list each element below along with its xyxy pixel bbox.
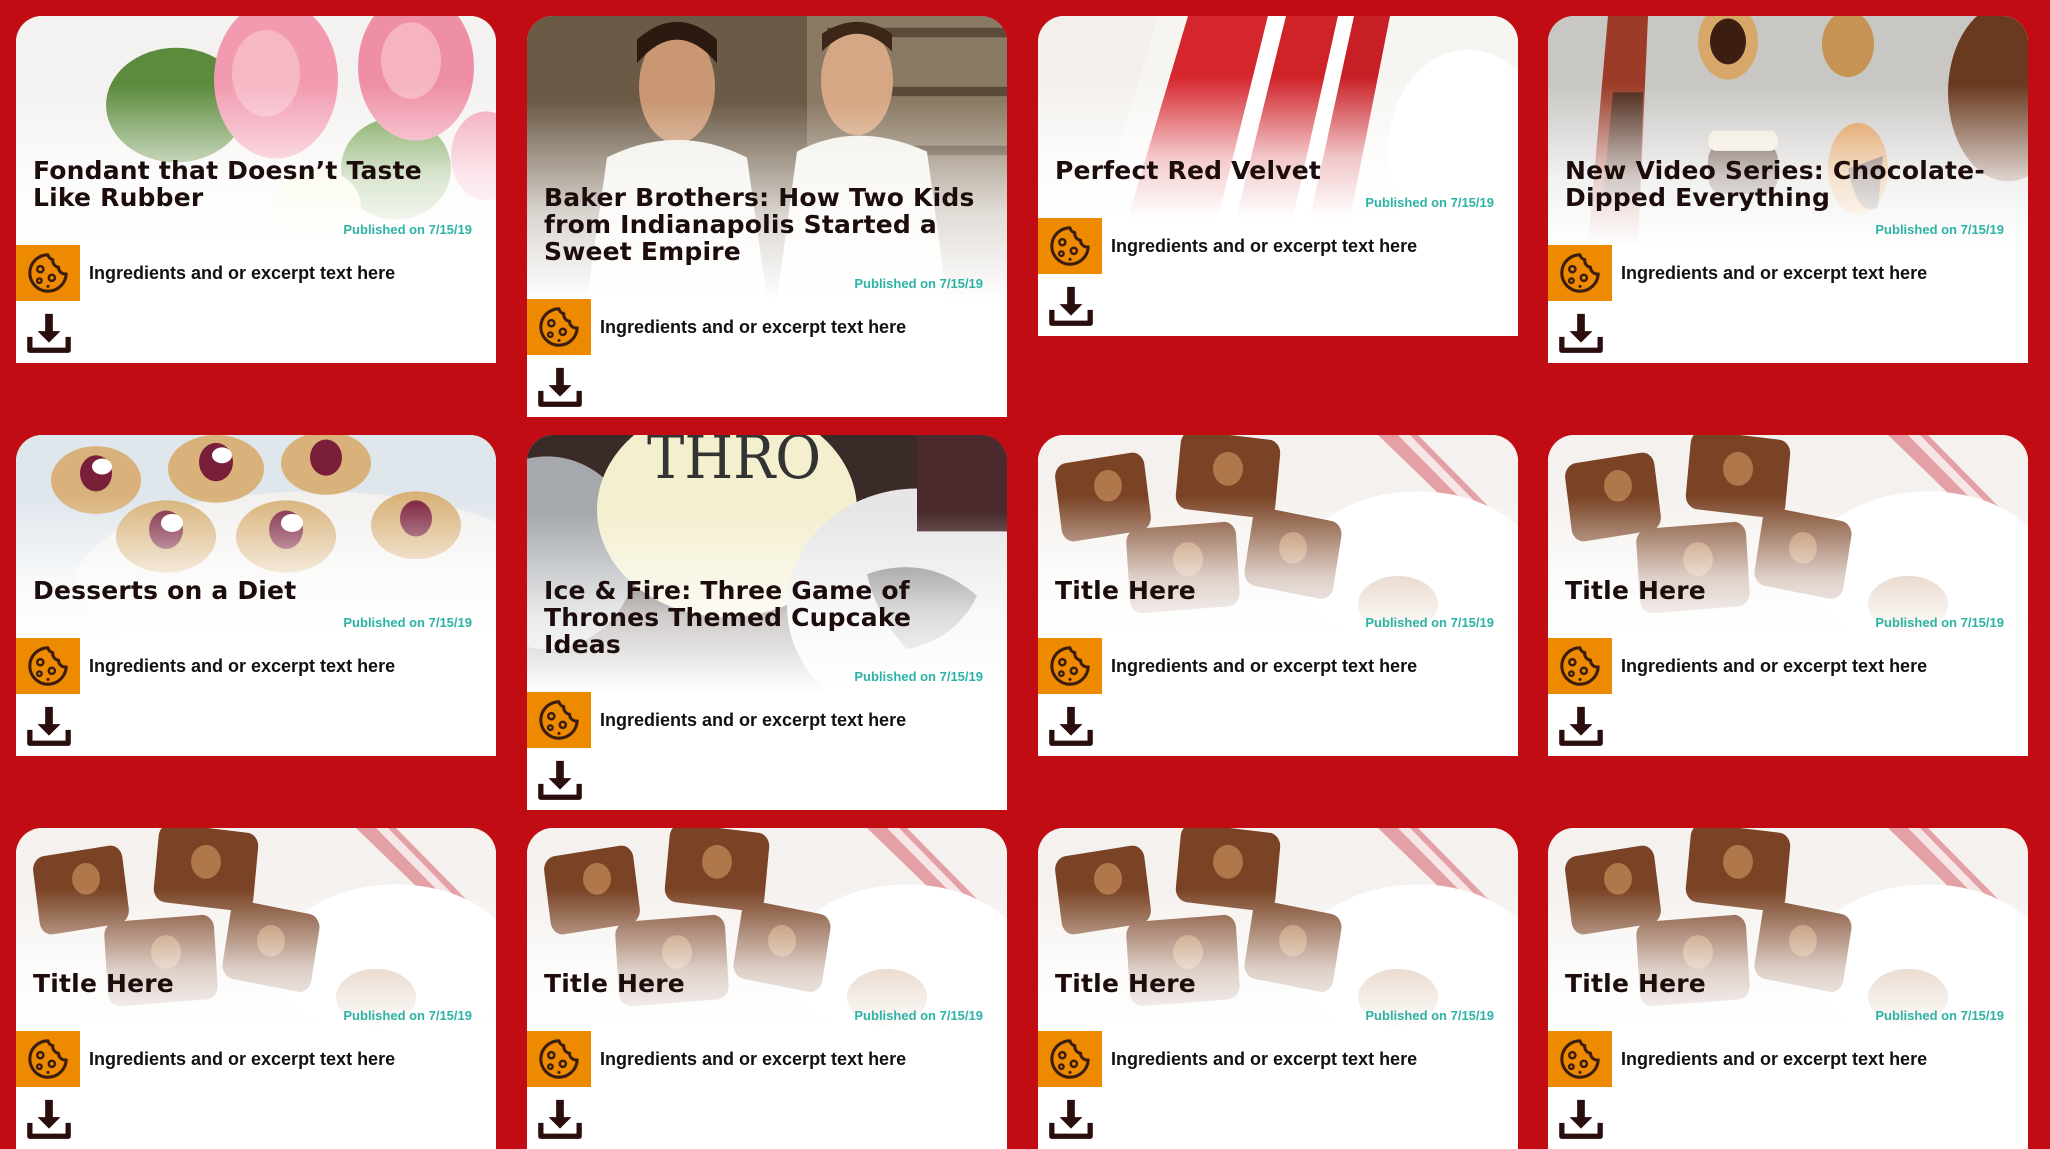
- card-excerpt: Ingredients and or excerpt text here: [1111, 235, 1418, 256]
- excerpt-row: Ingredients and or excerpt text here: [1038, 1031, 1518, 1087]
- cookie-icon: [1548, 638, 1612, 694]
- card-hero[interactable]: Fondant that Doesn’t Taste Like Rubber P…: [16, 16, 496, 245]
- card-title[interactable]: Perfect Red Velvet: [1055, 157, 1498, 184]
- download-icon[interactable]: [537, 757, 583, 803]
- card-excerpt: Ingredients and or excerpt text here: [600, 709, 907, 730]
- excerpt-row: Ingredients and or excerpt text here: [1548, 1031, 2028, 1087]
- card-excerpt: Ingredients and or excerpt text here: [600, 316, 907, 337]
- excerpt-row: Ingredients and or excerpt text here: [527, 692, 1007, 748]
- article-card[interactable]: Perfect Red Velvet Published on 7/15/19 …: [1038, 16, 1518, 336]
- cookie-icon: [1038, 638, 1102, 694]
- download-icon[interactable]: [26, 1096, 72, 1142]
- publish-date: Published on 7/15/19: [854, 669, 983, 684]
- excerpt-row: Ingredients and or excerpt text here: [1038, 638, 1518, 694]
- cookie-icon: [527, 1031, 591, 1087]
- download-icon[interactable]: [1048, 1096, 1094, 1142]
- card-title[interactable]: Title Here: [33, 970, 476, 997]
- excerpt-row: Ingredients and or excerpt text here: [16, 245, 496, 301]
- download-icon[interactable]: [1558, 703, 1604, 749]
- card-hero[interactable]: Desserts on a Diet Published on 7/15/19: [16, 435, 496, 638]
- download-icon[interactable]: [1558, 310, 1604, 356]
- article-card[interactable]: Title Here Published on 7/15/19 Ingredie…: [1548, 435, 2028, 756]
- article-card[interactable]: Title Here Published on 7/15/19 Ingredie…: [16, 828, 496, 1149]
- card-hero[interactable]: Title Here Published on 7/15/19: [1548, 435, 2028, 638]
- card-hero[interactable]: Baker Brothers: How Two Kids from Indian…: [527, 16, 1007, 299]
- publish-date: Published on 7/15/19: [1365, 195, 1494, 210]
- download-icon[interactable]: [26, 703, 72, 749]
- publish-date: Published on 7/15/19: [854, 276, 983, 291]
- download-icon[interactable]: [537, 1096, 583, 1142]
- cookie-icon: [1548, 245, 1612, 301]
- card-hero[interactable]: Title Here Published on 7/15/19: [527, 828, 1007, 1031]
- cookie-icon: [1548, 1031, 1612, 1087]
- card-title[interactable]: Baker Brothers: How Two Kids from Indian…: [544, 184, 987, 265]
- card-title[interactable]: New Video Series: Chocolate-Dipped Every…: [1565, 157, 2008, 211]
- excerpt-row: Ingredients and or excerpt text here: [1038, 218, 1518, 274]
- publish-date: Published on 7/15/19: [1875, 615, 2004, 630]
- card-title[interactable]: Title Here: [1055, 577, 1498, 604]
- cookie-icon: [16, 245, 80, 301]
- card-title[interactable]: Ice & Fire: Three Game of Thrones Themed…: [544, 577, 987, 658]
- card-excerpt: Ingredients and or excerpt text here: [1621, 1048, 1928, 1069]
- article-card[interactable]: Desserts on a Diet Published on 7/15/19 …: [16, 435, 496, 756]
- cookie-icon: [527, 692, 591, 748]
- download-icon[interactable]: [1048, 703, 1094, 749]
- article-card[interactable]: Ice & Fire: Three Game of Thrones Themed…: [527, 435, 1007, 810]
- publish-date: Published on 7/15/19: [1365, 1008, 1494, 1023]
- excerpt-row: Ingredients and or excerpt text here: [1548, 638, 2028, 694]
- excerpt-row: Ingredients and or excerpt text here: [16, 638, 496, 694]
- card-hero[interactable]: Title Here Published on 7/15/19: [1548, 828, 2028, 1031]
- cookie-icon: [1038, 218, 1102, 274]
- article-card[interactable]: New Video Series: Chocolate-Dipped Every…: [1548, 16, 2028, 363]
- card-hero[interactable]: Title Here Published on 7/15/19: [16, 828, 496, 1031]
- card-title[interactable]: Title Here: [1565, 577, 2008, 604]
- publish-date: Published on 7/15/19: [1875, 1008, 2004, 1023]
- article-card[interactable]: Title Here Published on 7/15/19 Ingredie…: [527, 828, 1007, 1149]
- card-excerpt: Ingredients and or excerpt text here: [1111, 1048, 1418, 1069]
- excerpt-row: Ingredients and or excerpt text here: [527, 299, 1007, 355]
- card-title[interactable]: Fondant that Doesn’t Taste Like Rubber: [33, 157, 476, 211]
- download-icon[interactable]: [537, 364, 583, 410]
- download-icon[interactable]: [1048, 283, 1094, 329]
- download-icon[interactable]: [26, 310, 72, 356]
- card-excerpt: Ingredients and or excerpt text here: [1621, 262, 1928, 283]
- card-excerpt: Ingredients and or excerpt text here: [1621, 655, 1928, 676]
- card-excerpt: Ingredients and or excerpt text here: [1111, 655, 1418, 676]
- card-hero[interactable]: Perfect Red Velvet Published on 7/15/19: [1038, 16, 1518, 218]
- card-excerpt: Ingredients and or excerpt text here: [89, 655, 396, 676]
- excerpt-row: Ingredients and or excerpt text here: [16, 1031, 496, 1087]
- article-card[interactable]: Title Here Published on 7/15/19 Ingredie…: [1038, 435, 1518, 756]
- card-excerpt: Ingredients and or excerpt text here: [89, 262, 396, 283]
- article-card[interactable]: Title Here Published on 7/15/19 Ingredie…: [1038, 828, 1518, 1149]
- cookie-icon: [527, 299, 591, 355]
- excerpt-row: Ingredients and or excerpt text here: [527, 1031, 1007, 1087]
- publish-date: Published on 7/15/19: [854, 1008, 983, 1023]
- card-excerpt: Ingredients and or excerpt text here: [600, 1048, 907, 1069]
- card-title[interactable]: Title Here: [1565, 970, 2008, 997]
- cookie-icon: [16, 1031, 80, 1087]
- card-hero[interactable]: Ice & Fire: Three Game of Thrones Themed…: [527, 435, 1007, 692]
- publish-date: Published on 7/15/19: [343, 615, 472, 630]
- publish-date: Published on 7/15/19: [1875, 222, 2004, 237]
- publish-date: Published on 7/15/19: [343, 222, 472, 237]
- card-title[interactable]: Title Here: [544, 970, 987, 997]
- card-hero[interactable]: Title Here Published on 7/15/19: [1038, 435, 1518, 638]
- article-card[interactable]: Baker Brothers: How Two Kids from Indian…: [527, 16, 1007, 417]
- publish-date: Published on 7/15/19: [343, 1008, 472, 1023]
- card-hero[interactable]: New Video Series: Chocolate-Dipped Every…: [1548, 16, 2028, 245]
- excerpt-row: Ingredients and or excerpt text here: [1548, 245, 2028, 301]
- article-card[interactable]: Title Here Published on 7/15/19 Ingredie…: [1548, 828, 2028, 1149]
- card-title[interactable]: Title Here: [1055, 970, 1498, 997]
- article-card[interactable]: Fondant that Doesn’t Taste Like Rubber P…: [16, 16, 496, 363]
- card-excerpt: Ingredients and or excerpt text here: [89, 1048, 396, 1069]
- card-title[interactable]: Desserts on a Diet: [33, 577, 476, 604]
- publish-date: Published on 7/15/19: [1365, 615, 1494, 630]
- card-hero[interactable]: Title Here Published on 7/15/19: [1038, 828, 1518, 1031]
- download-icon[interactable]: [1558, 1096, 1604, 1142]
- cookie-icon: [16, 638, 80, 694]
- cookie-icon: [1038, 1031, 1102, 1087]
